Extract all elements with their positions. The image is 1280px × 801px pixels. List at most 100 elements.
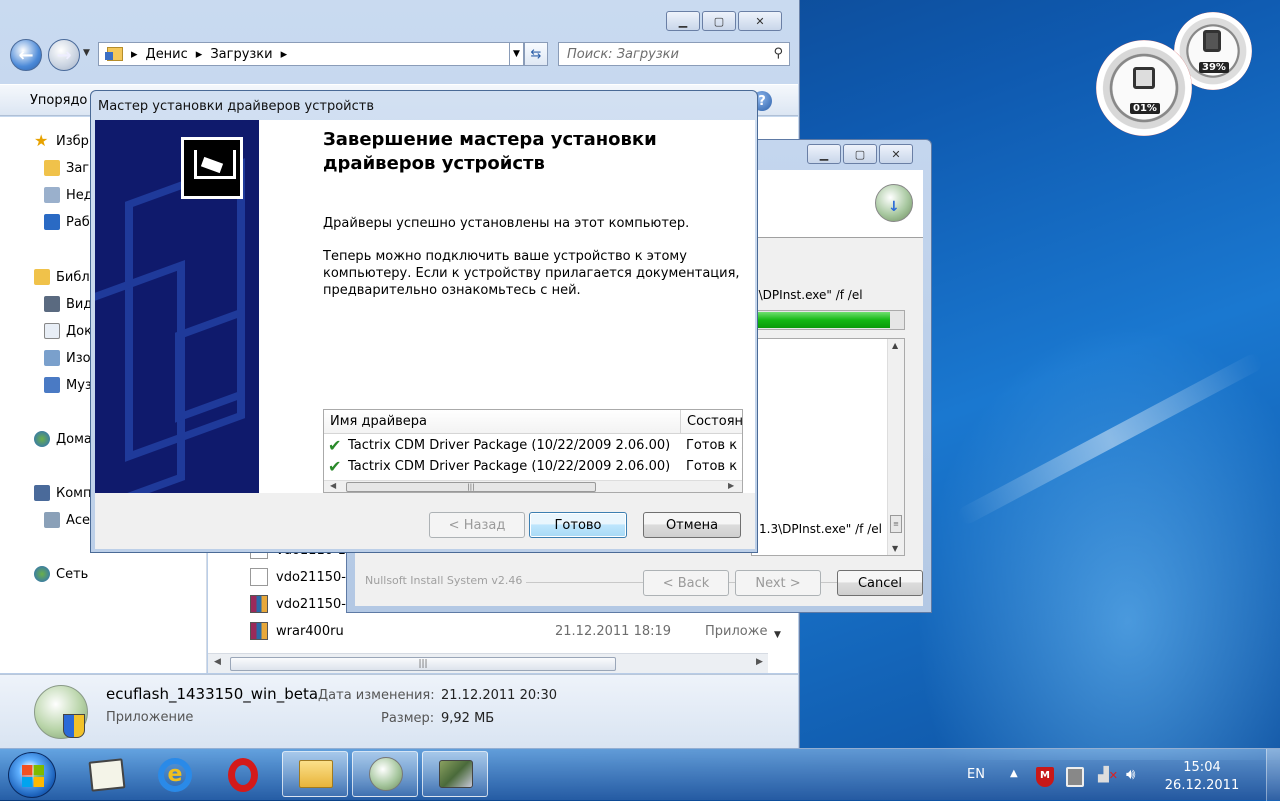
cpu-gauge-gadget[interactable]: 01% (1096, 40, 1192, 136)
start-button[interactable] (8, 752, 56, 798)
installer-icon (369, 757, 403, 791)
security-shield-icon[interactable]: M (1036, 767, 1054, 787)
size-value: 9,92 МБ (441, 711, 495, 726)
selected-file-kind: Приложение (106, 710, 194, 725)
minimize-button[interactable]: ▁ (666, 11, 700, 31)
nav-video[interactable]: Вид (44, 296, 92, 312)
taskbar-app-opera[interactable] (216, 754, 268, 796)
homegroup-icon (34, 431, 50, 447)
driver-list-hscrollbar[interactable]: ◀ ||| ▶ (324, 480, 742, 492)
driver-list[interactable]: Имя драйвера Состоян ✔ Tactrix CDM Drive… (323, 409, 743, 493)
taskbar-app-explorer[interactable] (282, 751, 348, 797)
forward-arrow-icon[interactable]: → (48, 39, 80, 71)
scroll-left-icon[interactable]: ◀ (214, 657, 221, 667)
nav-music[interactable]: Муз (44, 377, 92, 393)
address-dropdown-icon[interactable]: ▼ (510, 42, 524, 66)
application-icon (34, 685, 88, 739)
clock[interactable]: 15:04 26.12.2011 (1162, 759, 1242, 795)
nav-recent[interactable]: Нед (44, 187, 93, 203)
wizard-cancel-button[interactable]: Отмена (643, 512, 741, 538)
organize-menu[interactable]: Упорядо (30, 93, 87, 108)
nav-label: Док (66, 323, 92, 339)
volume-icon[interactable]: 🔊︎ (1126, 765, 1135, 783)
scrollbar-thumb[interactable]: ≡ (890, 515, 902, 533)
breadcrumb-downloads[interactable]: Загрузки (210, 47, 272, 62)
installer-cancel-button[interactable]: Cancel (837, 570, 923, 596)
refresh-icon[interactable]: ⇆ (524, 42, 548, 66)
folder-icon (105, 47, 123, 61)
taskbar-app-internet-explorer[interactable]: e (148, 754, 200, 796)
nav-label: Муз (66, 377, 92, 393)
nav-documents[interactable]: Док (44, 323, 92, 339)
breadcrumb-user[interactable]: Денис (146, 47, 188, 62)
nav-desktop[interactable]: Раб (44, 214, 90, 230)
history-dropdown-icon[interactable]: ▼ (83, 48, 90, 58)
search-input[interactable]: Поиск: Загрузки ⚲ (558, 42, 790, 66)
close-button[interactable]: ✕ (738, 11, 782, 31)
file-row[interactable]: wrar400ru (250, 622, 344, 640)
scroll-up-icon[interactable]: ▲ (892, 341, 898, 350)
documents-library-icon (44, 323, 60, 339)
address-bar[interactable]: ▸ Денис ▸ Загрузки ▸ (98, 42, 510, 66)
file-name: vdo21150- (276, 596, 346, 612)
breadcrumb-separator[interactable]: ▸ (281, 47, 288, 62)
scroll-down-icon[interactable]: ▼ (774, 630, 781, 640)
opera-icon (228, 758, 258, 792)
show-hidden-icons[interactable]: ▲ (1010, 768, 1018, 779)
scroll-right-icon[interactable]: ▶ (756, 657, 763, 667)
breadcrumb-separator[interactable]: ▸ (131, 47, 138, 62)
driver-row[interactable]: ✔ Tactrix CDM Driver Package (10/22/2009… (328, 457, 743, 476)
horizontal-scrollbar[interactable]: ◀ ||| ▶ (208, 653, 768, 673)
scroll-down-icon[interactable]: ▼ (892, 544, 898, 553)
nav-pictures[interactable]: Изо (44, 350, 91, 366)
scrollbar-thumb[interactable]: ||| (230, 657, 616, 671)
file-row[interactable]: vdo21150- (250, 568, 346, 586)
maximize-button[interactable]: ▢ (702, 11, 736, 31)
nav-favorites[interactable]: ★ Избр (34, 133, 89, 149)
log-scrollbar[interactable]: ▲ ≡ ▼ (887, 339, 904, 555)
taskbar-app-device-installer[interactable] (422, 751, 488, 797)
scrollbar-thumb[interactable]: ||| (346, 482, 596, 492)
nav-label: Библ (56, 269, 90, 285)
show-desktop-button[interactable] (1266, 749, 1280, 801)
nav-computer[interactable]: Комп (34, 485, 92, 501)
scroll-right-icon[interactable]: ▶ (728, 481, 734, 490)
file-row[interactable]: vdo21150- (250, 595, 346, 613)
recent-places-icon (44, 187, 60, 203)
driver-row[interactable]: ✔ Tactrix CDM Driver Package (10/22/2009… (328, 436, 742, 455)
back-arrow-icon[interactable]: ← (10, 39, 42, 71)
installer-logo-icon (875, 184, 913, 222)
installer-next-button[interactable]: Next > (735, 570, 821, 596)
wizard-side-banner (95, 120, 259, 493)
nav-libraries[interactable]: Библ (34, 269, 90, 285)
column-driver-name[interactable]: Имя драйвера (330, 414, 427, 429)
music-library-icon (44, 377, 60, 393)
wizard-heading: Завершение мастера установки драйверов у… (323, 129, 657, 174)
downloads-folder-icon (44, 160, 60, 176)
clock-date: 26.12.2011 (1164, 778, 1240, 793)
language-indicator[interactable]: EN (967, 767, 985, 782)
nav-label: Асе (66, 512, 91, 528)
nav-drive[interactable]: Асе (44, 512, 90, 528)
nav-network[interactable]: Сеть (34, 566, 88, 582)
maximize-button[interactable]: ▢ (843, 144, 877, 164)
scroll-left-icon[interactable]: ◀ (330, 481, 336, 490)
hardware-install-icon (181, 137, 243, 199)
taskbar-app-notepad[interactable] (80, 754, 132, 796)
minimize-button[interactable]: ▁ (807, 144, 841, 164)
taskbar-app-installer[interactable] (352, 751, 418, 797)
search-icon[interactable]: ⚲ (773, 46, 783, 61)
safely-remove-hardware-icon[interactable] (1066, 767, 1084, 787)
wizard-back-button[interactable]: < Назад (429, 512, 525, 538)
wizard-finish-button[interactable]: Готово (529, 512, 627, 538)
close-button[interactable]: ✕ (879, 144, 913, 164)
column-status[interactable]: Состоян (680, 410, 742, 434)
installer-back-button[interactable]: < Back (643, 570, 729, 596)
driver-status: Готов к з (686, 459, 743, 474)
nav-homegroup[interactable]: Дома (34, 431, 92, 447)
desktop-icon (44, 214, 60, 230)
network-icon[interactable]: ▟✕ (1098, 767, 1118, 783)
breadcrumb-separator[interactable]: ▸ (196, 47, 203, 62)
modified-value: 21.12.2011 20:30 (441, 688, 558, 703)
nav-label: Избр (56, 133, 89, 149)
